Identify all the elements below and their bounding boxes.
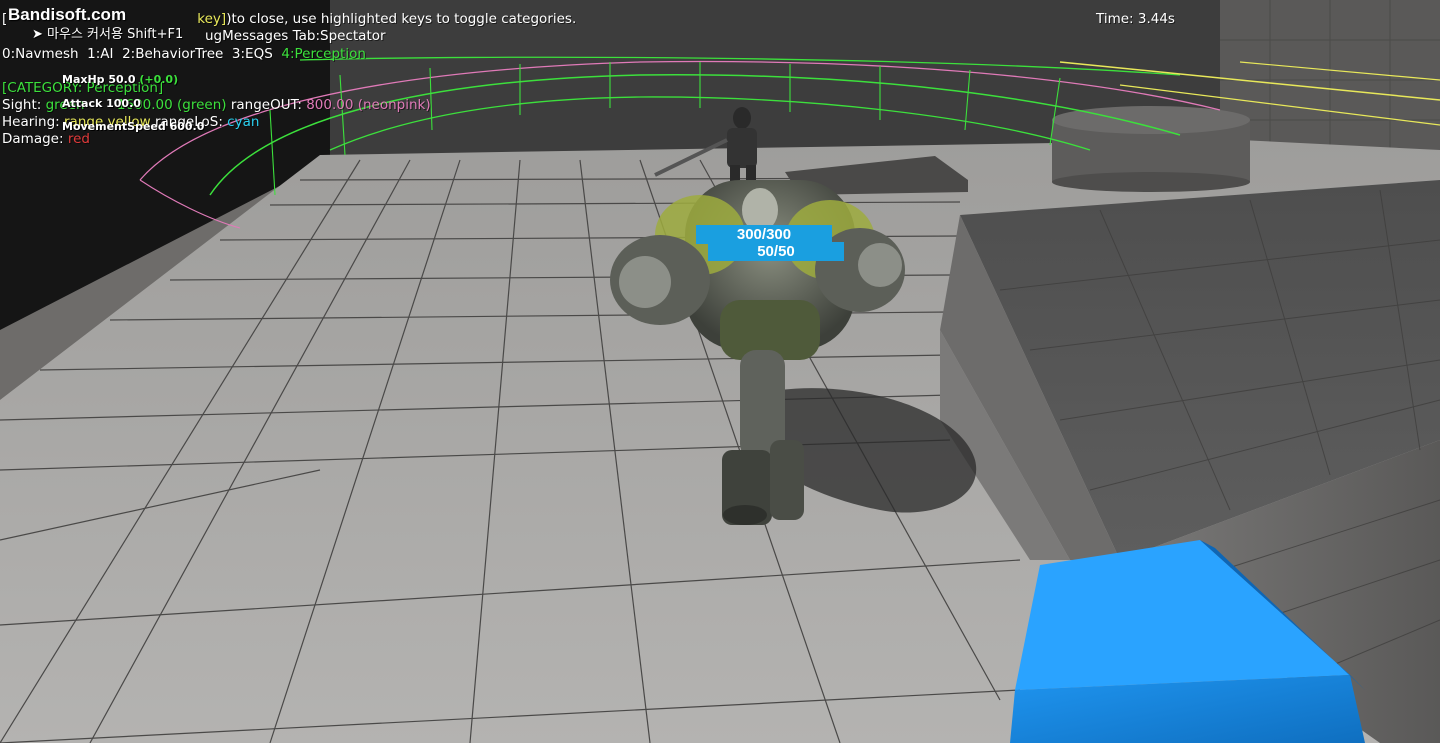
category-navmesh[interactable]: 0:Navmesh xyxy=(2,46,79,62)
category-perception[interactable]: 4:Perception xyxy=(281,46,366,62)
maxhp-text: MaxHp 50.0 xyxy=(62,73,136,86)
bracket-text: [ xyxy=(2,11,8,27)
cursor-icon: ➤ xyxy=(32,27,43,42)
capture-hint-text: 마우스 커서용 Shift+F1 xyxy=(47,27,184,42)
damage-color: red xyxy=(67,131,90,147)
category-toggle-list: 0:Navmesh 1:AI 2:BehaviorTree 3:EQS 4:Pe… xyxy=(2,46,366,63)
stat-movement-speed: MovementSpeed 600.0 xyxy=(62,120,205,133)
recorder-watermark: Bandisoft.com xyxy=(8,5,127,24)
apostrophe-key: key] xyxy=(197,11,227,27)
sight-label: Sight: xyxy=(2,97,46,113)
category-behaviortree[interactable]: 2:BehaviorTree xyxy=(122,46,223,62)
sight-range-out: 800.00 (neonpink) xyxy=(306,97,431,113)
damage-label: Damage: xyxy=(2,131,68,147)
category-eqs[interactable]: 3:EQS xyxy=(232,46,273,62)
maxhp-delta: (+0.0) xyxy=(139,73,179,86)
elapsed-time: Time: 3.44s xyxy=(1096,11,1175,27)
game-viewport[interactable]: [ key])to close, use highlighted keys to … xyxy=(0,0,1440,743)
capture-hint: ➤ 마우스 커서용 Shift+F1 xyxy=(32,23,183,42)
hearing-label: Hearing: xyxy=(2,114,64,130)
category-ai[interactable]: 1:AI xyxy=(87,46,113,62)
damage-line: Damage: red xyxy=(2,131,90,148)
stat-maxhp: MaxHp 50.0 (+0.0) xyxy=(62,73,178,86)
debug-tab-hint: ugMessages Tab:Spectator xyxy=(205,28,386,44)
mana-bar: 50/50 xyxy=(708,242,844,261)
sight-out-label: rangeOUT: xyxy=(226,97,307,113)
stat-attack: Attack 100.0 xyxy=(62,97,141,110)
hearing-los-color: cyan xyxy=(227,114,260,130)
close-hint-text: )to close, use highlighted keys to toggl… xyxy=(226,11,577,27)
